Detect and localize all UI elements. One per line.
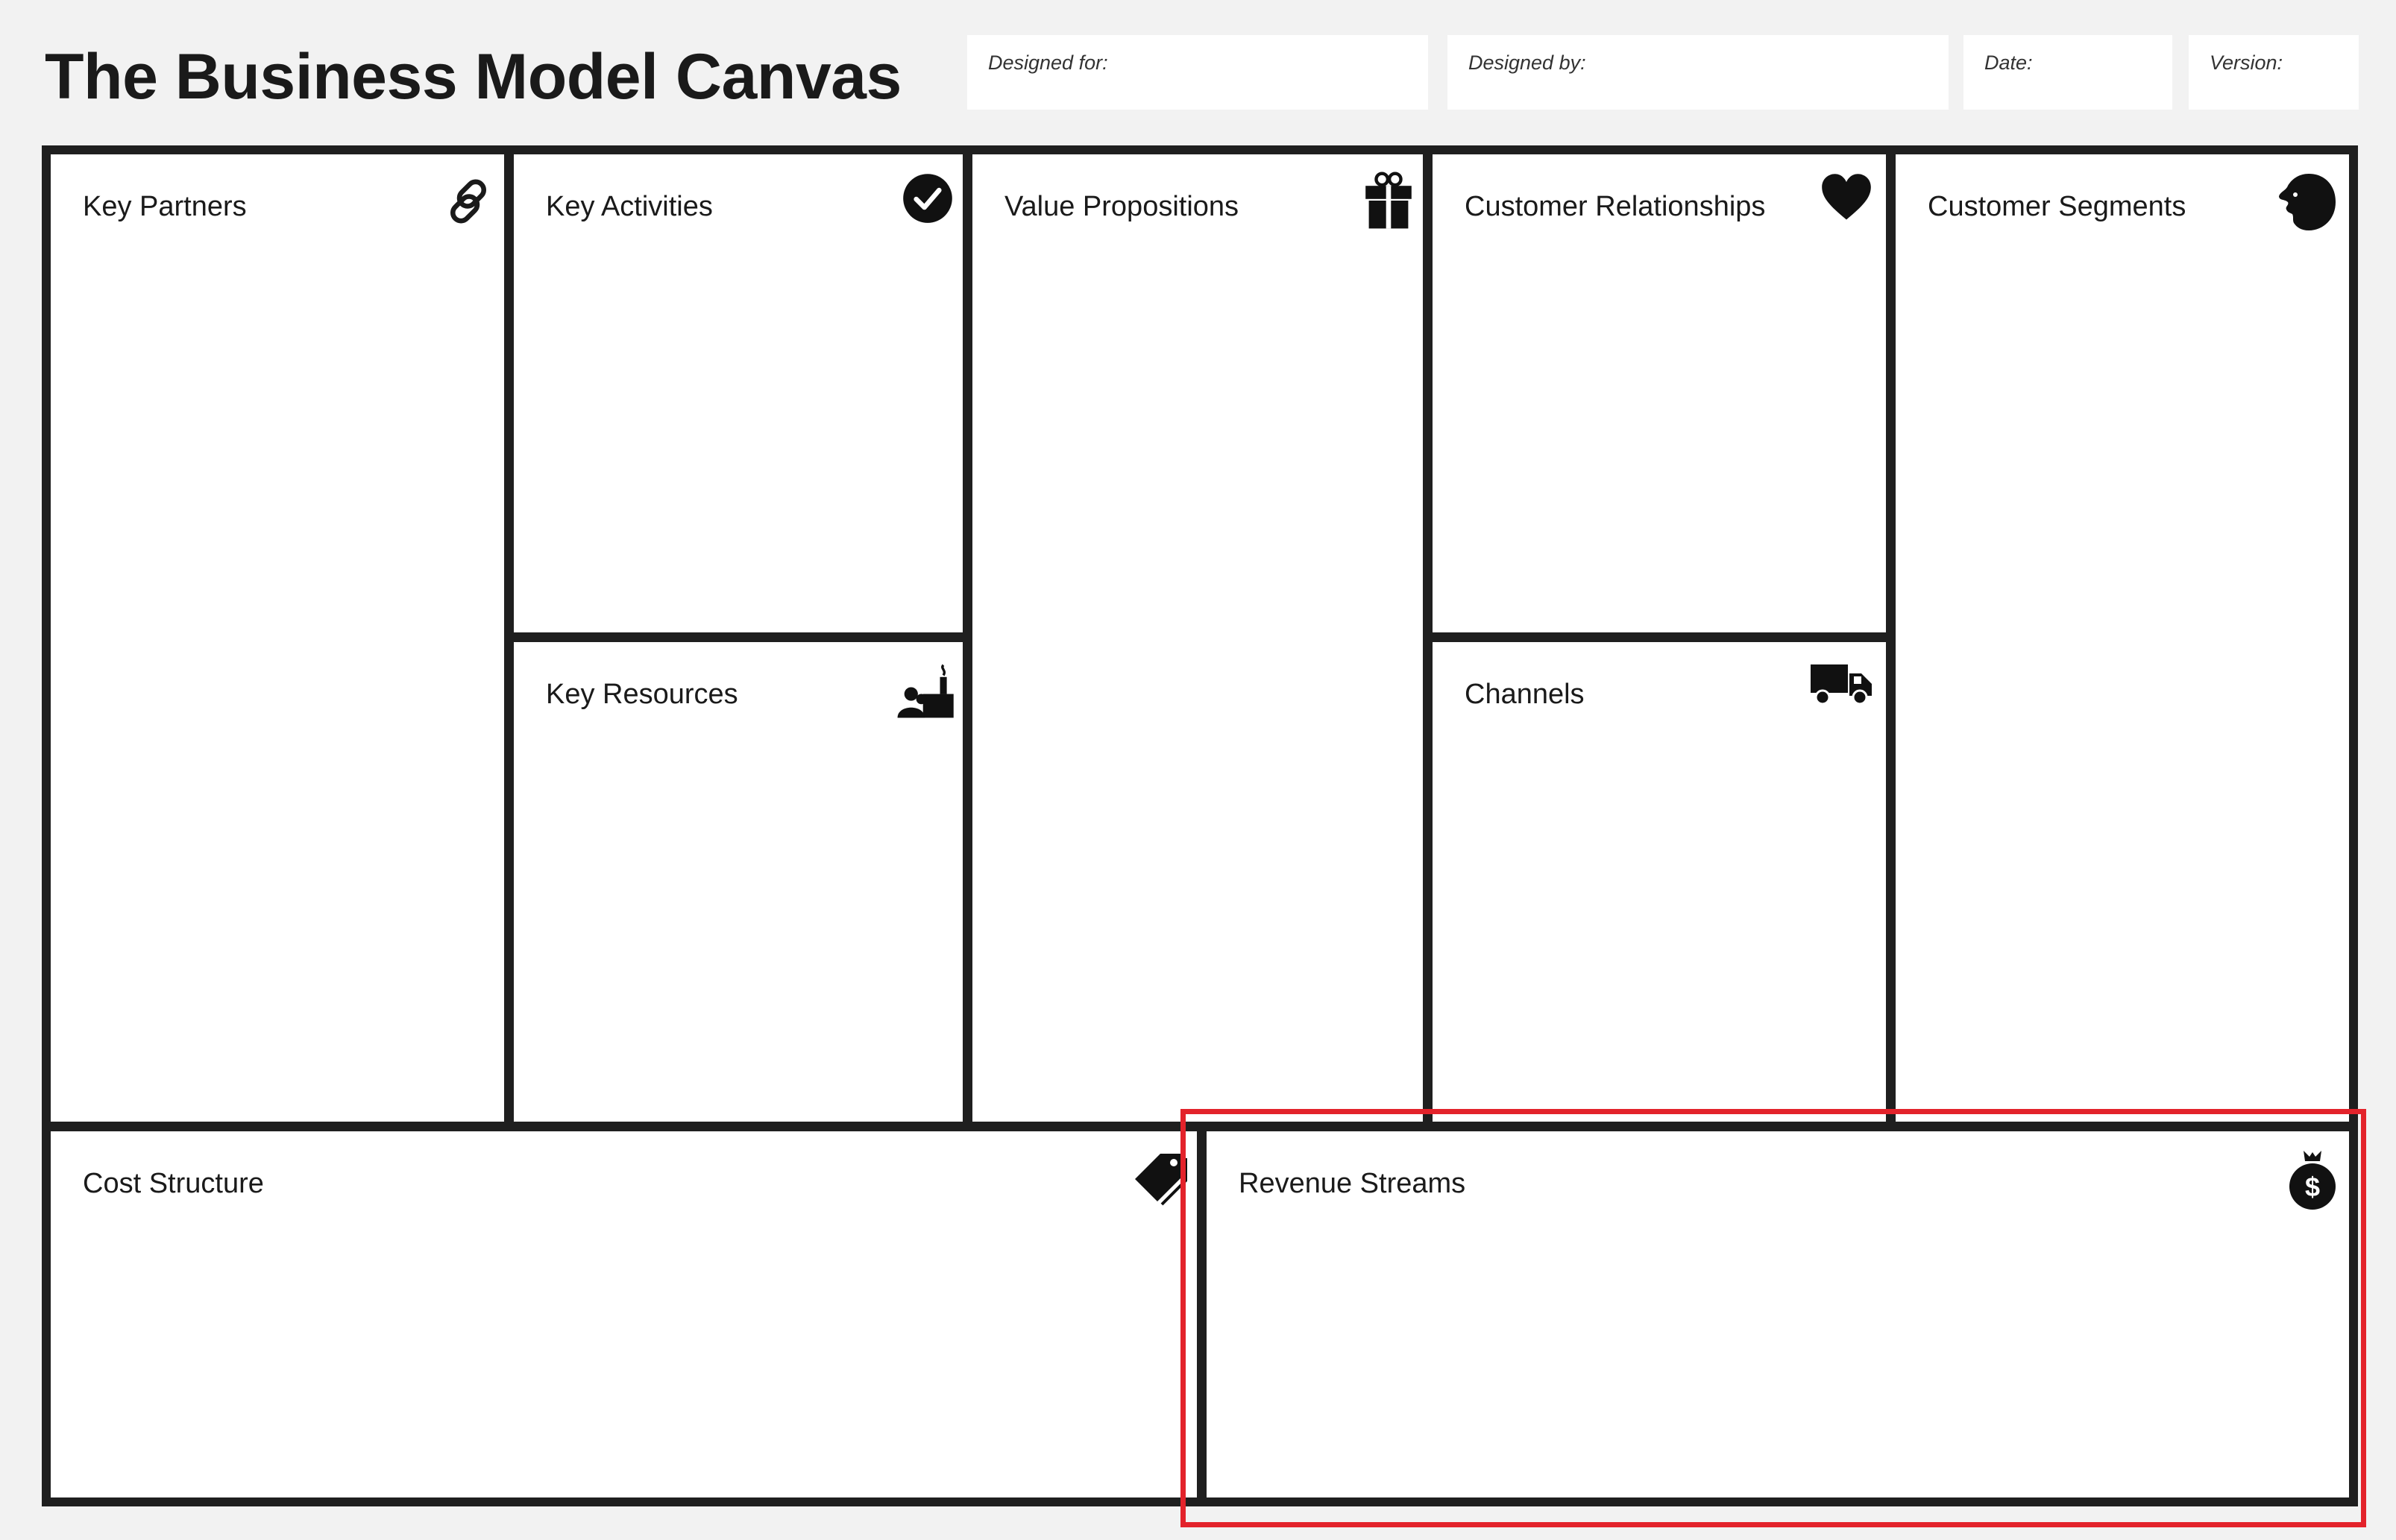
- block-title-customer-relationships: Customer Relationships: [1465, 191, 1766, 222]
- block-customer-relationships[interactable]: Customer Relationships: [1433, 154, 1886, 632]
- gift-icon: [1364, 171, 1413, 230]
- link-icon: [442, 175, 494, 227]
- designed-by-field[interactable]: Designed by:: [1447, 35, 1949, 110]
- date-label: Date:: [1984, 51, 2033, 74]
- block-revenue-streams[interactable]: Revenue Streams $: [1207, 1131, 2349, 1497]
- canvas-frame: Key Partners Key Activities Key Resource…: [42, 145, 2358, 1506]
- svg-text:$: $: [2305, 1172, 2320, 1202]
- block-key-resources[interactable]: Key Resources: [514, 642, 963, 1122]
- version-label: Version:: [2210, 51, 2283, 74]
- block-title-revenue-streams: Revenue Streams: [1239, 1168, 1466, 1199]
- page-title: The Business Model Canvas: [45, 41, 902, 113]
- block-title-key-resources: Key Resources: [546, 679, 738, 710]
- designed-for-label: Designed for:: [988, 51, 1108, 74]
- block-value-propositions[interactable]: Value Propositions: [972, 154, 1423, 1122]
- money-bag-icon: $: [2287, 1148, 2338, 1210]
- delivery-truck-icon: [1809, 660, 1873, 708]
- designed-for-field[interactable]: Designed for:: [967, 35, 1428, 110]
- block-cost-structure[interactable]: Cost Structure: [51, 1131, 1197, 1497]
- block-title-channels: Channels: [1465, 679, 1585, 710]
- version-field[interactable]: Version:: [2189, 35, 2359, 110]
- block-key-activities[interactable]: Key Activities: [514, 154, 963, 632]
- checkmark-circle-icon: [902, 172, 954, 224]
- factory-worker-icon: [894, 660, 955, 721]
- block-title-key-partners: Key Partners: [83, 191, 247, 222]
- designed-by-label: Designed by:: [1468, 51, 1586, 74]
- block-title-key-activities: Key Activities: [546, 191, 713, 222]
- price-tag-icon: [1132, 1151, 1189, 1207]
- block-title-value-propositions: Value Propositions: [1004, 191, 1239, 222]
- person-head-icon: [2276, 171, 2339, 233]
- block-title-cost-structure: Cost Structure: [83, 1168, 264, 1199]
- block-title-customer-segments: Customer Segments: [1928, 191, 2186, 222]
- block-channels[interactable]: Channels: [1433, 642, 1886, 1122]
- block-customer-segments[interactable]: Customer Segments: [1896, 154, 2349, 1122]
- heart-icon: [1820, 172, 1873, 224]
- block-key-partners[interactable]: Key Partners: [51, 154, 504, 1122]
- date-field[interactable]: Date:: [1963, 35, 2172, 110]
